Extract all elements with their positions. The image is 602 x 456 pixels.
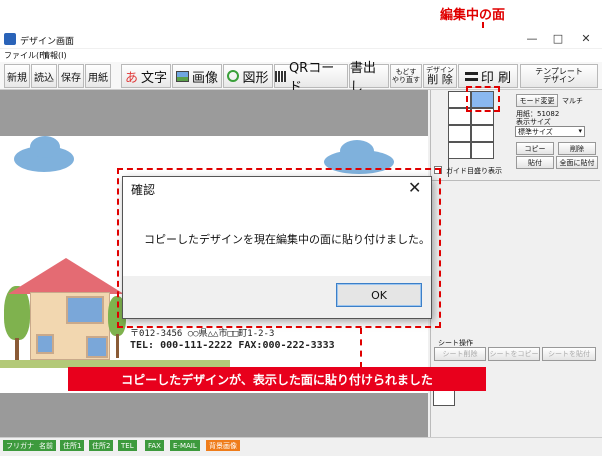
undo-redo-button[interactable]: もどす やり直す	[390, 64, 422, 88]
tag-furigana[interactable]: フリガナ	[3, 440, 37, 451]
sheet-delete-button[interactable]: シート削除	[434, 347, 486, 361]
circle-icon	[227, 70, 240, 82]
sheet-copy-button[interactable]: シートをコピー	[488, 347, 540, 361]
print-button[interactable]: 印 刷	[458, 64, 518, 88]
qr-button[interactable]: QRコード	[274, 61, 348, 95]
print-button-label: 印 刷	[480, 70, 512, 86]
app-icon	[4, 33, 16, 45]
paste-all-button[interactable]: 全面に貼付	[556, 156, 598, 169]
annotation-caption: コピーしたデザインが、表示した面に貼り付けられました	[68, 367, 486, 391]
delete-design-line2: 削 除	[427, 73, 453, 86]
maximize-button[interactable]: □	[548, 32, 568, 46]
annotation-editing-face: 編集中の面	[440, 8, 506, 23]
copy-button[interactable]: コピー	[516, 142, 554, 155]
image-icon	[175, 70, 189, 82]
text-icon: あ	[124, 70, 138, 86]
house-window-right	[86, 336, 108, 358]
load-button[interactable]: 読込	[31, 64, 57, 88]
text-button-label: 文字	[141, 70, 168, 86]
tag-name[interactable]: 名前	[36, 440, 56, 451]
tag-fax[interactable]: FAX	[145, 440, 164, 451]
tree-left-trunk	[15, 338, 19, 360]
redo-label: やり直す	[392, 76, 420, 84]
template-line2: デザイン	[543, 75, 575, 84]
qr-icon	[275, 70, 286, 82]
export-button[interactable]: 書出し	[349, 61, 389, 95]
panel-divider	[432, 180, 600, 181]
tag-email[interactable]: E-MAIL	[170, 440, 200, 451]
delete-button[interactable]: 削除	[558, 142, 596, 155]
house-window-left	[36, 334, 54, 354]
undo-label: もどす	[395, 68, 417, 76]
face-cell-4-2[interactable]	[471, 142, 494, 159]
tag-tel[interactable]: TEL	[118, 440, 137, 451]
tree-right-trunk	[116, 334, 119, 358]
save-button[interactable]: 保存	[58, 64, 84, 88]
paste-button[interactable]: 貼付	[516, 156, 554, 169]
delete-design-button[interactable]: デザイン 削 除	[423, 64, 457, 88]
display-size-value: 標準サイズ	[518, 128, 553, 136]
canvas-bottom-margin	[0, 393, 428, 437]
annotation-dialog-leader	[360, 328, 362, 368]
cloud-left-puff	[30, 136, 60, 158]
face-cell-4-1[interactable]	[448, 142, 471, 159]
image-button-label: 画像	[191, 70, 218, 86]
cloud-right-puff	[340, 140, 374, 162]
menu-info[interactable]: 情報(I)	[42, 50, 67, 61]
close-button[interactable]: ✕	[576, 32, 596, 46]
template-design-button[interactable]: テンプレート デザイン	[520, 64, 598, 88]
multi-label: マルチ	[562, 97, 583, 105]
title-bar	[0, 30, 602, 48]
text-button[interactable]: あ 文字	[121, 64, 171, 88]
tag-address1[interactable]: 住所1	[60, 440, 85, 451]
face-cell-3-2[interactable]	[471, 125, 494, 142]
chevron-down-icon: ▾	[578, 127, 582, 135]
sheet-paste-button[interactable]: シートを貼付	[542, 347, 596, 361]
window-title: デザイン画面	[20, 37, 75, 47]
house-roof	[8, 258, 124, 294]
house-window-upper	[66, 296, 104, 324]
shape-button-label: 図形	[242, 70, 269, 86]
paper-button[interactable]: 用紙	[85, 64, 111, 88]
annotation-dialog-box	[117, 168, 441, 328]
tree-left	[4, 286, 30, 340]
annotation-selected-face-box	[466, 86, 500, 112]
card-tel-fax-line: TEL: 000-111-2222 FAX:000-222-3333	[130, 340, 335, 351]
guide-display-label: ガイド目盛り表示	[446, 167, 502, 175]
printer-icon	[464, 71, 478, 81]
image-button[interactable]: 画像	[172, 64, 222, 88]
tag-address2[interactable]: 住所2	[89, 440, 114, 451]
face-cell-3-1[interactable]	[448, 125, 471, 142]
display-size-select[interactable]: 標準サイズ ▾	[515, 126, 585, 137]
menu-file[interactable]: ファイル(F)	[4, 50, 47, 61]
mode-change-button[interactable]: モード変更	[516, 94, 558, 107]
shape-button[interactable]: 図形	[223, 64, 273, 88]
minimize-button[interactable]: —	[522, 32, 542, 46]
tag-background-image[interactable]: 背景画像	[206, 440, 240, 451]
new-button[interactable]: 新規	[4, 64, 30, 88]
